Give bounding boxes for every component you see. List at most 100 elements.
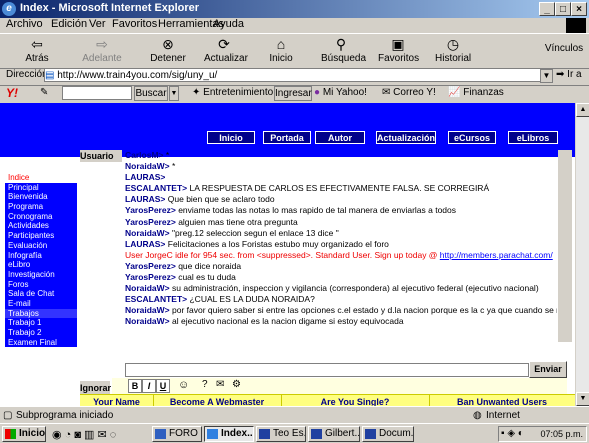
menu-ayuda[interactable]: Ayuda [213,18,244,30]
send-button[interactable]: Enviar [529,361,567,378]
ad-bar: Your Name Become A Webmaster Are You Sin… [80,394,575,406]
mail-envelope-icon: ✉ [382,87,394,98]
clock: 07:05 p.m. [540,429,583,439]
finance-chart-icon: 📈 [448,87,464,98]
sidebar-item-email[interactable]: E-mail [5,299,77,309]
start-button[interactable]: Inicio [2,426,46,442]
sidebar-item-participantes[interactable]: Participantes [5,231,77,241]
ignore-button[interactable]: Ignorar [80,381,111,395]
pencil-icon[interactable]: ✎ [40,87,48,98]
minimize-button[interactable]: _ [539,2,555,16]
sidebar-item-investigacion[interactable]: Investigación [5,270,77,280]
nav-inicio-button[interactable]: Inicio [207,131,255,144]
bold-button[interactable]: B [128,379,142,393]
sidebar-item-elibro[interactable]: eLibro [5,260,77,270]
task-doc-icon [311,429,322,439]
yahoo-login-button[interactable]: Ingresar [274,86,312,101]
tray-icons[interactable]: ▪ ◈ ◐ [501,428,524,439]
yahoo-mail-link[interactable]: ✉ Correo Y! [382,87,436,98]
private-message-icon[interactable]: ✉ [216,379,224,390]
help-icon[interactable]: ? [202,379,208,390]
yahoo-logo-icon: Y! [6,86,18,100]
task-index[interactable]: Index... [204,426,254,442]
ad-are-you-single[interactable]: Are You Single? [281,395,430,406]
ad-ban-unwanted-users[interactable]: Ban Unwanted Users [429,395,575,406]
sidebar-item-trabajos[interactable]: Trabajos [5,308,77,319]
sidebar-item-cronograma[interactable]: Cronograma [5,212,77,222]
close-button[interactable]: × [571,2,587,16]
menu-favoritos[interactable]: Favoritos [112,18,157,30]
page-icon: ▤ [45,70,58,81]
nav-portada-button[interactable]: Portada [263,131,311,144]
my-yahoo-link[interactable]: ● Mi Yahoo! [314,87,367,98]
chat-message: LAURAS> [125,172,166,183]
sidebar-item-programa[interactable]: Programa [5,202,77,212]
smiley-icon[interactable]: ☺ [178,379,189,391]
settings-icon[interactable]: ⚙ [232,379,241,390]
sidebar-item-evaluacion[interactable]: Evaluación [5,241,77,251]
task-gilbert[interactable]: Gilbert... [308,426,360,442]
task-teo[interactable]: Teo Es... [256,426,306,442]
chat-message-input[interactable] [125,363,529,377]
yahoo-search-dropdown[interactable]: ▼ [169,86,179,101]
menu-bar: Archivo Edición Ver Favoritos Herramient… [0,18,589,33]
nav-ecursos-button[interactable]: eCursos [448,131,496,144]
sidebar-item-actividades[interactable]: Actividades [5,221,77,231]
yahoo-search-input[interactable] [62,86,132,100]
page-scrollbar[interactable]: ▲ ▼ [575,103,589,406]
chat-scrollbar[interactable] [558,150,572,342]
home-button[interactable]: ⌂ Inicio [266,36,296,66]
sidebar-menu: Indice Principal Bienvenida Programa Cro… [5,173,77,348]
underline-button[interactable]: U [156,379,170,393]
refresh-button[interactable]: ⟳ Actualizar [204,36,248,66]
chat-message: ESCALANTET> ¿CUAL ES LA DUDA NORAIDA? [125,294,315,305]
sidebar-item-foros[interactable]: Foros [5,280,77,290]
ad-become-webmaster[interactable]: Become A Webmaster [153,395,282,406]
ad-your-name[interactable]: Your Name [80,395,154,406]
history-button[interactable]: ◷ Historial [435,36,471,66]
yahoo-search-button[interactable]: Buscar [134,86,168,101]
stop-button[interactable]: ⊗ Detener [150,36,186,66]
search-button[interactable]: ⚲ Búsqueda [321,36,366,66]
task-foro[interactable]: FORO ... [152,426,202,442]
windows-logo-icon [566,18,586,34]
sidebar-item-indice[interactable]: Indice [5,173,77,183]
scroll-up-arrow-icon[interactable]: ▲ [576,103,589,117]
yahoo-toolbar: Y! ✎ Buscar ▼ ✦ Entretenimiento Ingresar… [0,85,589,104]
nav-autor-button[interactable]: Autor [315,131,365,144]
parachat-link[interactable]: http://members.parachat.com/ [440,250,553,260]
sidebar-item-principal[interactable]: Principal [5,183,77,193]
finance-link[interactable]: 📈 Finanzas [448,87,504,98]
sidebar-item-infografia[interactable]: Infografía [5,251,77,261]
sidebar-item-bienvenida[interactable]: Bienvenida [5,192,77,202]
scroll-down-arrow-icon[interactable]: ▼ [576,392,589,406]
go-button[interactable]: ➡ Ir a [556,69,582,80]
sidebar-item-trabajo-1[interactable]: Trabajo 1 [5,318,77,328]
nav-actualizacion-button[interactable]: Actualización [376,131,436,144]
history-icon: ◷ [446,36,460,52]
sidebar-item-trabajo-2[interactable]: Trabajo 2 [5,328,77,338]
zone-text: Internet [486,410,520,421]
menu-ver[interactable]: Ver [89,18,106,30]
menu-archivo[interactable]: Archivo [6,18,43,30]
address-input[interactable]: ▤ http://www.train4you.com/sig/uny_u/ [44,68,552,82]
favorites-button[interactable]: ▣ Favoritos [378,36,419,66]
sidebar-item-sala-de-chat[interactable]: Sala de Chat [5,289,77,299]
back-button[interactable]: ⇦ Atrás [22,36,52,66]
maximize-button[interactable]: □ [555,2,571,16]
forward-button[interactable]: ⇨ Adelante [82,36,122,66]
task-docum[interactable]: Docum... [362,426,414,442]
address-dropdown-button[interactable]: ▼ [540,69,553,83]
entertainment-link[interactable]: ✦ Entretenimiento [192,87,273,98]
task-doc-icon [365,429,376,439]
nav-elibros-button[interactable]: eLibros [508,131,558,144]
sidebar-item-examen-final[interactable]: Examen Final [5,338,77,348]
menu-edicion[interactable]: Edición [51,18,87,30]
italic-button[interactable]: I [142,379,156,393]
chat-message: NoraidaW> por favor quiero saber si entr… [125,305,557,316]
status-icon: ▢ [3,410,13,421]
favorites-folder-icon: ▣ [391,36,405,52]
home-icon: ⌂ [276,36,286,52]
chat-message: CarlosM> * [125,150,170,160]
quicklaunch-icons[interactable]: ◉ ◔ ◙ ▥ ✉ ◌ [52,428,116,441]
